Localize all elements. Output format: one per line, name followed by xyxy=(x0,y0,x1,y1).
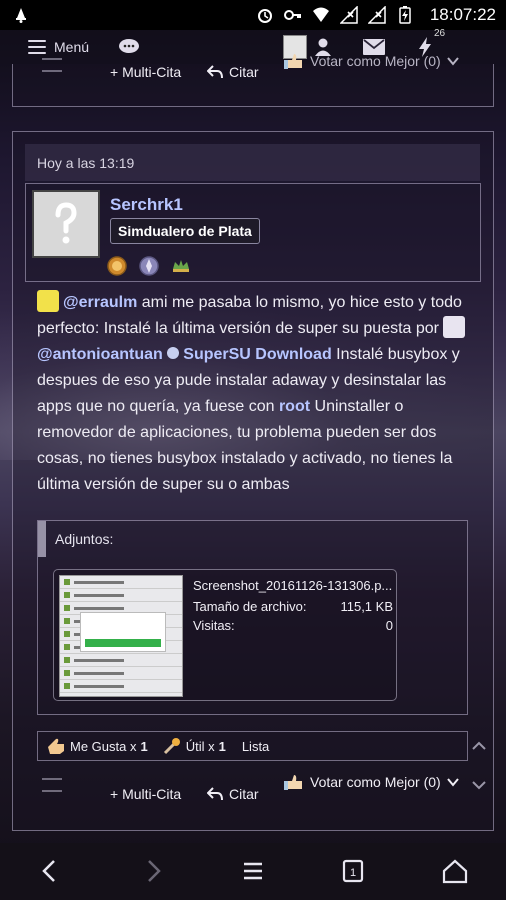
notification-bell-icon xyxy=(16,8,26,23)
chevron-down-icon xyxy=(446,57,459,66)
attachments-box: Adjuntos: Screenshot_20161126-131306.p..… xyxy=(37,520,468,715)
supersu-link[interactable]: SuperSU Download xyxy=(167,346,332,363)
vote-hand-icon xyxy=(284,775,302,790)
attachment-item[interactable]: Screenshot_20161126-131306.p... Tamaño d… xyxy=(53,569,397,701)
attachment-size-row: Tamaño de archivo: 115,1 KB xyxy=(193,599,393,614)
user-rank-badge: Simdualero de Plata xyxy=(110,218,260,244)
quote-button[interactable]: Citar xyxy=(207,786,259,802)
antonioantuan-avatar-icon xyxy=(443,316,466,338)
mention-erraulm[interactable]: @erraulm xyxy=(63,294,137,311)
multiquote-button[interactable]: + Multi-Cita xyxy=(110,786,181,802)
post-date: Hoy a las 13:19 xyxy=(25,144,480,181)
attachments-title: Adjuntos: xyxy=(55,531,114,547)
home-icon[interactable] xyxy=(440,856,470,886)
user-avatar[interactable] xyxy=(32,190,100,258)
signal-icon xyxy=(339,6,358,24)
menu-icon xyxy=(28,40,46,54)
menu-label: Menú xyxy=(54,39,90,55)
post-username[interactable]: Serchrk1 xyxy=(110,195,183,215)
erraulm-avatar-icon xyxy=(37,290,59,312)
chat-button[interactable] xyxy=(118,30,140,64)
chevron-up-icon xyxy=(472,741,486,750)
reactions-list-link[interactable]: Lista xyxy=(242,739,269,754)
like-icon xyxy=(48,738,64,754)
like-label: Me Gusta x xyxy=(70,738,137,754)
visits-label: Visitas: xyxy=(193,618,235,633)
signal-icon-2 xyxy=(367,6,386,24)
drag-handle-icon[interactable] xyxy=(42,778,62,792)
scroll-down-button[interactable] xyxy=(466,770,492,800)
multiquote-label: + Multi-Cita xyxy=(110,786,182,802)
menu-lines-icon[interactable] xyxy=(238,856,268,886)
size-label: Tamaño de archivo: xyxy=(193,599,307,614)
browser-nav-bar: 1 xyxy=(0,843,506,900)
prev-vote-label: Votar como Mejor (0) xyxy=(310,53,441,69)
root-link[interactable]: root xyxy=(279,398,310,415)
chat-icon xyxy=(119,39,139,53)
alerts-count: 26 xyxy=(434,28,446,39)
svg-text:1: 1 xyxy=(350,867,356,879)
prev-vote-button[interactable]: Votar como Mejor (0) xyxy=(284,52,459,70)
chevron-down-icon xyxy=(472,781,486,790)
drag-handle-icon[interactable] xyxy=(42,58,62,72)
like-count: 1 xyxy=(140,738,148,754)
size-value: 115,1 KB xyxy=(340,599,393,614)
alarm-icon xyxy=(257,9,272,23)
quote-label: Citar xyxy=(229,786,259,802)
globe-icon xyxy=(167,347,180,359)
scroll-up-button[interactable] xyxy=(466,731,492,761)
attachment-visits-row: Visitas: 0 xyxy=(193,618,393,633)
useful-count: 1 xyxy=(218,738,226,754)
prev-quote-label: Citar xyxy=(229,64,259,80)
attachment-thumbnail[interactable] xyxy=(59,575,183,697)
supersu-link-label: SuperSU Download xyxy=(183,346,332,363)
quote-icon xyxy=(207,787,223,801)
quote-icon xyxy=(207,65,223,79)
tabs-icon[interactable]: 1 xyxy=(338,856,368,886)
wrench-icon xyxy=(163,738,180,755)
status-bar: 18:07:22 xyxy=(0,0,506,30)
thumbnail-dialog xyxy=(80,612,166,652)
prev-multiquote-label: + Multi-Cita xyxy=(110,64,182,80)
attachment-filename[interactable]: Screenshot_20161126-131306.p... xyxy=(193,578,392,593)
prev-quote-button[interactable]: Citar xyxy=(207,64,259,80)
vote-hand-icon xyxy=(284,54,302,69)
trophy-compass-icon xyxy=(139,256,159,276)
back-icon[interactable] xyxy=(35,856,65,886)
battery-charging-icon xyxy=(399,6,411,24)
trophy-crown-icon xyxy=(173,260,189,272)
key-icon xyxy=(283,10,301,20)
attachments-accent xyxy=(38,521,46,557)
trophy-medal-icon xyxy=(107,256,127,276)
prev-multiquote-button[interactable]: + Multi-Cita xyxy=(110,64,181,80)
vote-best-button[interactable]: Votar como Mejor (0) xyxy=(284,773,459,791)
useful-label: Útil x xyxy=(185,738,215,754)
mention-antonioantuan[interactable]: @antonioantuan xyxy=(37,346,163,363)
chevron-down-icon xyxy=(446,778,459,787)
wifi-icon xyxy=(312,7,329,22)
default-avatar-icon xyxy=(55,202,77,244)
post-message: @erraulm ami me pasaba lo mismo, yo hice… xyxy=(37,290,473,498)
forward-icon[interactable] xyxy=(138,856,168,886)
reactions-bar: Me Gusta x 1 Útil x 1 Lista xyxy=(37,731,468,761)
clock: 18:07:22 xyxy=(429,5,496,24)
vote-best-label: Votar como Mejor (0) xyxy=(310,774,441,790)
visits-value: 0 xyxy=(385,618,393,633)
